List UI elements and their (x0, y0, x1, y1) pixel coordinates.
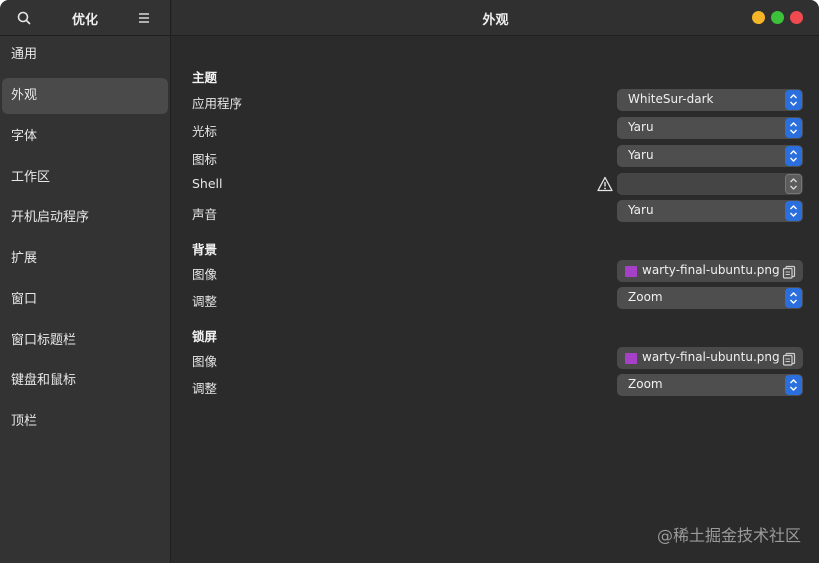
chevron-updown-icon (785, 201, 802, 221)
row-label-lockscreen-adjust: 调整 (192, 381, 218, 396)
sidebar-item-top-bar[interactable]: 顶栏 (2, 404, 168, 440)
row-label-lockscreen-image: 图像 (192, 354, 218, 369)
combo-value: Zoom (628, 377, 663, 391)
cursor-theme-combo[interactable]: Yaru (617, 117, 803, 139)
row-label-background-image: 图像 (192, 267, 218, 282)
chevron-updown-icon (785, 375, 802, 395)
headerbar: 外观 (172, 0, 819, 36)
document-open-icon (782, 264, 796, 279)
row-label-applications: 应用程序 (192, 96, 243, 111)
chevron-updown-icon (785, 90, 802, 110)
combo-value: Yaru (628, 148, 654, 162)
background-image-file-button[interactable]: warty-final-ubuntu.png (617, 260, 803, 282)
applications-theme-combo[interactable]: WhiteSur-dark (617, 89, 803, 111)
combo-value: WhiteSur-dark (628, 92, 714, 106)
lockscreen-image-file-button[interactable]: warty-final-ubuntu.png (617, 347, 803, 369)
file-name: warty-final-ubuntu.png (642, 263, 780, 277)
sound-theme-combo[interactable]: Yaru (617, 200, 803, 222)
row-label-sound: 声音 (192, 207, 218, 222)
image-file-icon (625, 353, 637, 364)
sidebar-item-keyboard-mouse[interactable]: 键盘和鼠标 (2, 363, 168, 399)
combo-value: Yaru (628, 120, 654, 134)
appearance-panel: 主题 应用程序 WhiteSur-dark 光标 Yaru 图标 Yaru Sh… (172, 37, 819, 563)
hamburger-menu-icon[interactable] (134, 8, 154, 28)
document-open-icon (782, 351, 796, 366)
combo-value: Yaru (628, 203, 654, 217)
page-title: 外观 (482, 13, 509, 28)
shell-theme-combo[interactable] (617, 173, 803, 195)
chevron-updown-icon (785, 118, 802, 138)
row-label-background-adjust: 调整 (192, 294, 218, 309)
minimize-button[interactable] (752, 11, 765, 24)
maximize-button[interactable] (771, 11, 784, 24)
combo-value: Zoom (628, 290, 663, 304)
background-adjust-combo[interactable]: Zoom (617, 287, 803, 309)
watermark: @稀土掘金技术社区 (656, 526, 801, 545)
chevron-updown-icon (785, 146, 802, 166)
sidebar-item-workspaces[interactable]: 工作区 (2, 160, 168, 196)
sidebar-item-fonts[interactable]: 字体 (2, 119, 168, 155)
close-button[interactable] (790, 11, 803, 24)
section-title-background: 背景 (192, 242, 218, 257)
section-title-theme: 主题 (192, 70, 218, 85)
section-title-lockscreen: 锁屏 (192, 329, 218, 344)
sidebar-item-extensions[interactable]: 扩展 (2, 241, 168, 277)
file-name: warty-final-ubuntu.png (642, 350, 780, 364)
row-label-icons: 图标 (192, 152, 218, 167)
image-file-icon (625, 266, 637, 277)
search-icon[interactable] (14, 8, 34, 28)
chevron-updown-icon (785, 288, 802, 308)
sidebar-header: 优化 (0, 0, 170, 36)
sidebar-item-windows[interactable]: 窗口 (2, 282, 168, 318)
tweaks-window: 优化 通用 外观 字体 工作区 开机启动程序 扩展 窗口 窗口标题栏 键盘和鼠标… (0, 0, 819, 563)
warning-icon (597, 176, 613, 192)
sidebar-item-general[interactable]: 通用 (2, 37, 168, 73)
lockscreen-adjust-combo[interactable]: Zoom (617, 374, 803, 396)
row-label-shell: Shell (192, 176, 223, 191)
chevron-updown-icon (785, 174, 802, 194)
icons-theme-combo[interactable]: Yaru (617, 145, 803, 167)
sidebar-item-appearance[interactable]: 外观 (2, 78, 168, 114)
sidebar-item-window-titlebars[interactable]: 窗口标题栏 (2, 323, 168, 359)
row-label-cursor: 光标 (192, 124, 218, 139)
sidebar-item-startup-apps[interactable]: 开机启动程序 (2, 200, 168, 236)
sidebar: 优化 通用 外观 字体 工作区 开机启动程序 扩展 窗口 窗口标题栏 键盘和鼠标… (0, 0, 171, 563)
